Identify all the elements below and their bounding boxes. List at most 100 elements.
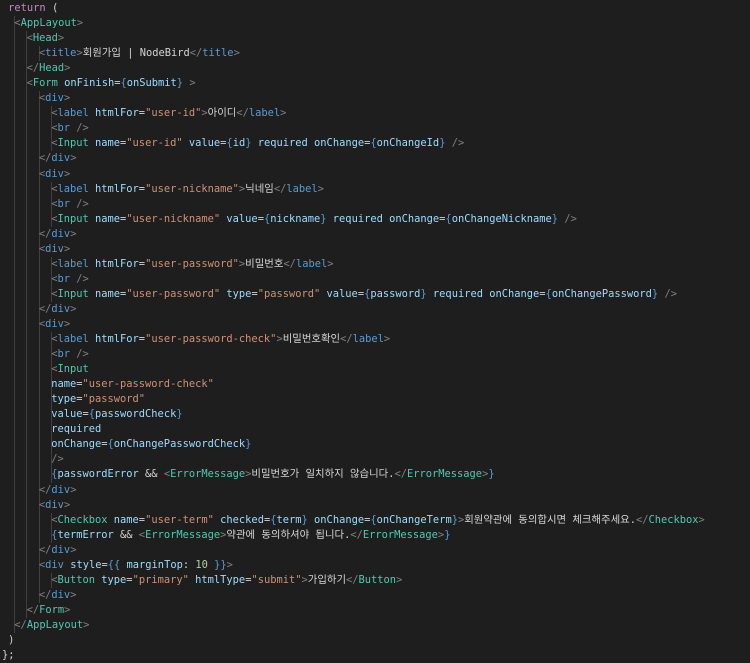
indent-guide (14, 136, 15, 152)
indent-guide (38, 211, 40, 227)
code-token: </ (38, 302, 52, 315)
code-token: /> (76, 122, 89, 135)
code-token: > (233, 47, 240, 60)
code-token: div (45, 92, 64, 105)
code-token: br (57, 122, 70, 135)
code-token: htmlFor (95, 257, 139, 270)
code-content: <br /> (51, 347, 89, 362)
code-editor[interactable]: return (<AppLayout> <Head> <title>회원가입 | N… (0, 0, 750, 661)
indent-guide (26, 256, 28, 272)
code-token: onChange (489, 287, 540, 300)
indent-guide (26, 587, 28, 603)
indent-guide (26, 542, 28, 558)
code-content: </div> (39, 483, 77, 498)
code-token: password (370, 287, 421, 300)
code-line: <div> (0, 91, 750, 107)
code-line: ) (0, 633, 750, 648)
code-line: name="user-password-check" (0, 377, 750, 393)
code-token: </ (394, 468, 407, 481)
indent-guide (14, 256, 15, 272)
code-token: } (245, 438, 252, 451)
indent-guide (38, 136, 40, 152)
code-token: 닉네임 (245, 182, 274, 195)
indent-guide (26, 392, 28, 408)
code-token: 아이디 (207, 107, 237, 120)
indent-guide (14, 316, 15, 333)
indent-guide (14, 121, 15, 137)
indent-guide (14, 61, 15, 77)
code-token: checked (220, 513, 264, 526)
code-content: <br /> (51, 121, 89, 136)
code-token: onSubmit (126, 77, 177, 90)
code-token: Form (39, 603, 65, 616)
code-token: ErrorMessage (362, 528, 438, 541)
code-token: title (45, 47, 77, 60)
code-token: > (64, 62, 71, 75)
code-token: value (226, 212, 258, 225)
code-token: } (176, 408, 183, 421)
code-token: id (232, 137, 246, 150)
code-token: } (444, 528, 451, 541)
code-line: <br /> (0, 347, 750, 363)
indent-guide (26, 332, 28, 348)
code-token: ErrorMessage (145, 528, 221, 541)
code-line: /> (0, 452, 750, 468)
code-token: "user-nickname" (145, 182, 239, 195)
indent-guide (38, 181, 40, 197)
code-token: Form (32, 77, 58, 90)
indent-guide (38, 422, 40, 438)
code-content: name="user-password-check" (51, 377, 214, 392)
code-token: type (226, 287, 252, 300)
code-token: termError (57, 528, 114, 541)
code-token: /> (664, 287, 677, 300)
code-token: /> (51, 453, 64, 466)
indent-guide (14, 76, 15, 92)
indent-guide (26, 106, 28, 122)
indent-guide (26, 467, 28, 483)
code-token: htmlType (195, 573, 246, 586)
code-token: label (295, 257, 328, 270)
code-token: > (63, 167, 71, 180)
code-token: > (70, 543, 77, 556)
indent-guide (14, 557, 15, 573)
indent-guide (14, 497, 15, 513)
indent-guide (14, 31, 15, 47)
code-token: > (57, 32, 65, 45)
code-token: type (101, 573, 127, 586)
code-token: </ (38, 588, 52, 601)
code-content: <div> (39, 317, 70, 332)
indent-guide (38, 256, 40, 272)
code-token: 10 (195, 558, 208, 571)
indent-guide (26, 347, 28, 363)
code-content: <label htmlFor="user-password">비밀번호</lab… (51, 257, 333, 272)
code-line: </Head> (0, 61, 750, 77)
code-content: <title>회원가입 | NodeBird</title> (39, 46, 240, 61)
code-content: </div> (39, 588, 77, 603)
code-token: > (63, 242, 71, 255)
code-token: ErrorMessage (170, 468, 246, 481)
indent-guide (38, 452, 40, 468)
code-line: <div> (0, 497, 750, 513)
code-token: label (352, 333, 384, 346)
code-token: "password" (82, 393, 146, 406)
indent-guide (14, 467, 15, 483)
code-token: required (432, 287, 483, 300)
code-token: > (70, 227, 77, 240)
code-token: "user-id" (126, 137, 183, 150)
code-token: Head (39, 62, 65, 75)
indent-guide (38, 467, 40, 483)
code-content: /> (51, 452, 64, 467)
indent-guide (14, 106, 15, 122)
code-token: 약관에 동의하셔야 됩니다. (226, 528, 351, 541)
code-token: br (57, 272, 70, 285)
code-token: nickname (270, 212, 321, 225)
code-content: <Button type="primary" htmlType="submit"… (51, 573, 402, 588)
code-token: > (83, 618, 90, 631)
code-line: <div> (0, 166, 750, 182)
indent-guide (38, 377, 40, 393)
code-token: name (95, 287, 121, 300)
code-token: > (383, 333, 391, 346)
code-token: value (188, 137, 221, 150)
code-token: div (51, 152, 71, 165)
indent-guide (26, 196, 28, 212)
